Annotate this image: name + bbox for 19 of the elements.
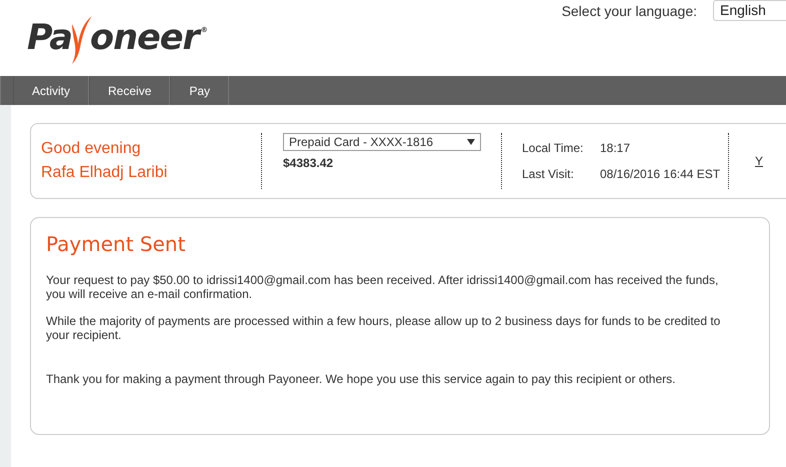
greeting: Good evening (41, 140, 142, 158)
language-label: Select your language: (562, 2, 697, 18)
message-title: Payment Sent (46, 232, 186, 256)
message-paragraph: Your request to pay $50.00 to idrissi1400@gmail.com has been received. After idrissi1400@gmail.com has received the funds, you will receive an e-mail confirmation. (46, 273, 720, 301)
language-select[interactable]: English (713, 0, 786, 21)
nav-tab[interactable]: Receive (89, 76, 170, 105)
last-visit-label: Last Visit: (522, 167, 575, 181)
last-visit: 08/16/2016 16:44 EST (600, 167, 722, 181)
message-paragraph: Thank you for making a payment through Payoneer. We hope you use this service again to pay this recipient or others. (46, 372, 676, 386)
local-time-label: Local Time: (522, 141, 584, 155)
caret-icon (467, 139, 475, 145)
local-time: 18:17 (600, 141, 632, 155)
user-name: Rafa Elhadj Laribi (41, 164, 168, 182)
balance: $4383.42 (283, 156, 334, 170)
link[interactable]: Y (755, 154, 786, 168)
nav-tab[interactable]: Pay (170, 76, 230, 105)
account-select[interactable]: Prepaid Card - XXXX-1816 (283, 133, 481, 151)
message-paragraph: While the majority of payments are processed within a few hours, please allow up to 2 business days for funds to be credited to your recipient. (46, 314, 722, 342)
nav-tab[interactable]: Activity (13, 76, 90, 105)
